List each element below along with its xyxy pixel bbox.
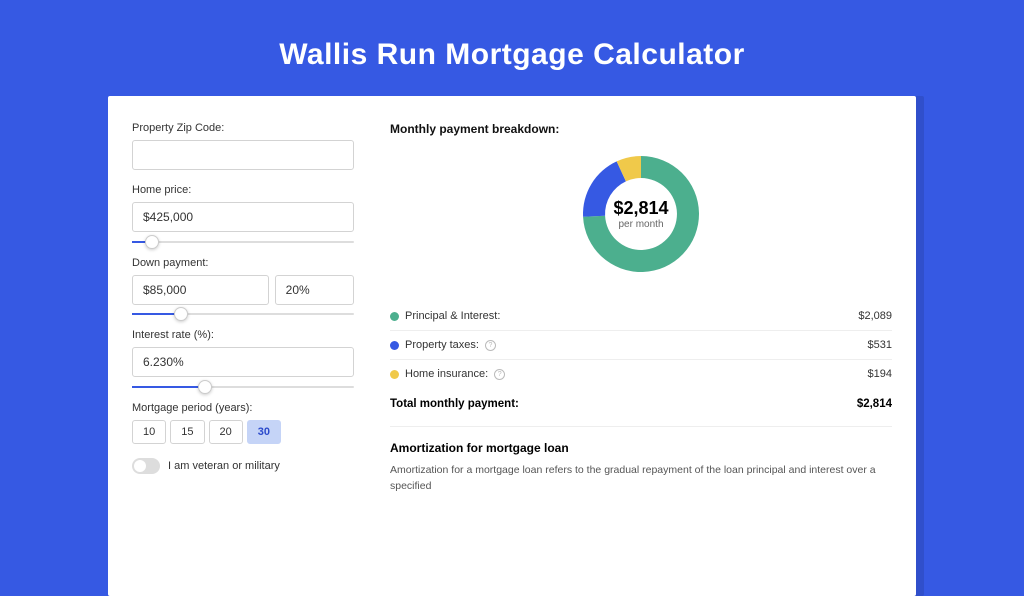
breakdown-panel: Monthly payment breakdown: $2,814 per mo… xyxy=(372,122,892,570)
period-buttons: 10152030 xyxy=(132,420,354,444)
home-price-label: Home price: xyxy=(132,184,354,196)
zip-input[interactable] xyxy=(132,140,354,170)
breakdown-row-property-taxes: Property taxes:? $531 xyxy=(390,331,892,360)
home-price-slider-thumb[interactable] xyxy=(145,235,159,249)
interest-slider-thumb[interactable] xyxy=(198,380,212,394)
breakdown-item-value: $2,089 xyxy=(858,310,892,322)
home-price-slider[interactable] xyxy=(132,241,354,243)
veteran-toggle[interactable] xyxy=(132,458,160,474)
down-payment-slider-thumb[interactable] xyxy=(174,307,188,321)
donut-center-sub: per month xyxy=(613,219,668,230)
breakdown-row-principal-interest: Principal & Interest: $2,089 xyxy=(390,302,892,331)
form-panel: Property Zip Code: Home price: Down paym… xyxy=(132,122,372,570)
total-value: $2,814 xyxy=(857,398,892,410)
interest-input[interactable] xyxy=(132,347,354,377)
period-btn-30[interactable]: 30 xyxy=(247,420,281,444)
period-label: Mortgage period (years): xyxy=(132,402,354,414)
period-btn-10[interactable]: 10 xyxy=(132,420,166,444)
down-payment-input[interactable] xyxy=(132,275,269,305)
zip-label: Property Zip Code: xyxy=(132,122,354,134)
interest-slider[interactable] xyxy=(132,386,354,388)
breakdown-item-label: Principal & Interest: xyxy=(405,310,500,322)
breakdown-title: Monthly payment breakdown: xyxy=(390,122,892,136)
breakdown-row-home-insurance: Home insurance:? $194 xyxy=(390,360,892,388)
info-icon[interactable]: ? xyxy=(494,369,505,380)
period-btn-20[interactable]: 20 xyxy=(209,420,243,444)
home-price-input[interactable] xyxy=(132,202,354,232)
donut-center-amount: $2,814 xyxy=(613,198,668,219)
page-title: Wallis Run Mortgage Calculator xyxy=(108,38,916,72)
breakdown-item-label: Home insurance: xyxy=(405,368,488,380)
legend-dot-icon xyxy=(390,370,399,379)
veteran-label: I am veteran or military xyxy=(168,460,280,472)
down-payment-pct-input[interactable] xyxy=(275,275,354,305)
info-icon[interactable]: ? xyxy=(485,340,496,351)
amortization-title: Amortization for mortgage loan xyxy=(390,441,892,455)
interest-label: Interest rate (%): xyxy=(132,329,354,341)
down-payment-label: Down payment: xyxy=(132,257,354,269)
interest-slider-fill xyxy=(132,386,205,388)
breakdown-item-value: $531 xyxy=(868,339,892,351)
total-label: Total monthly payment: xyxy=(390,398,519,410)
breakdown-item-value: $194 xyxy=(868,368,892,380)
period-btn-15[interactable]: 15 xyxy=(170,420,204,444)
donut-chart: $2,814 per month xyxy=(581,154,701,274)
amortization-text: Amortization for a mortgage loan refers … xyxy=(390,463,892,495)
breakdown-list: Principal & Interest: $2,089 Property taxe… xyxy=(390,302,892,388)
calculator-card: Property Zip Code: Home price: Down paym… xyxy=(108,96,916,596)
down-payment-slider[interactable] xyxy=(132,313,354,315)
legend-dot-icon xyxy=(390,341,399,350)
legend-dot-icon xyxy=(390,312,399,321)
breakdown-item-label: Property taxes: xyxy=(405,339,479,351)
